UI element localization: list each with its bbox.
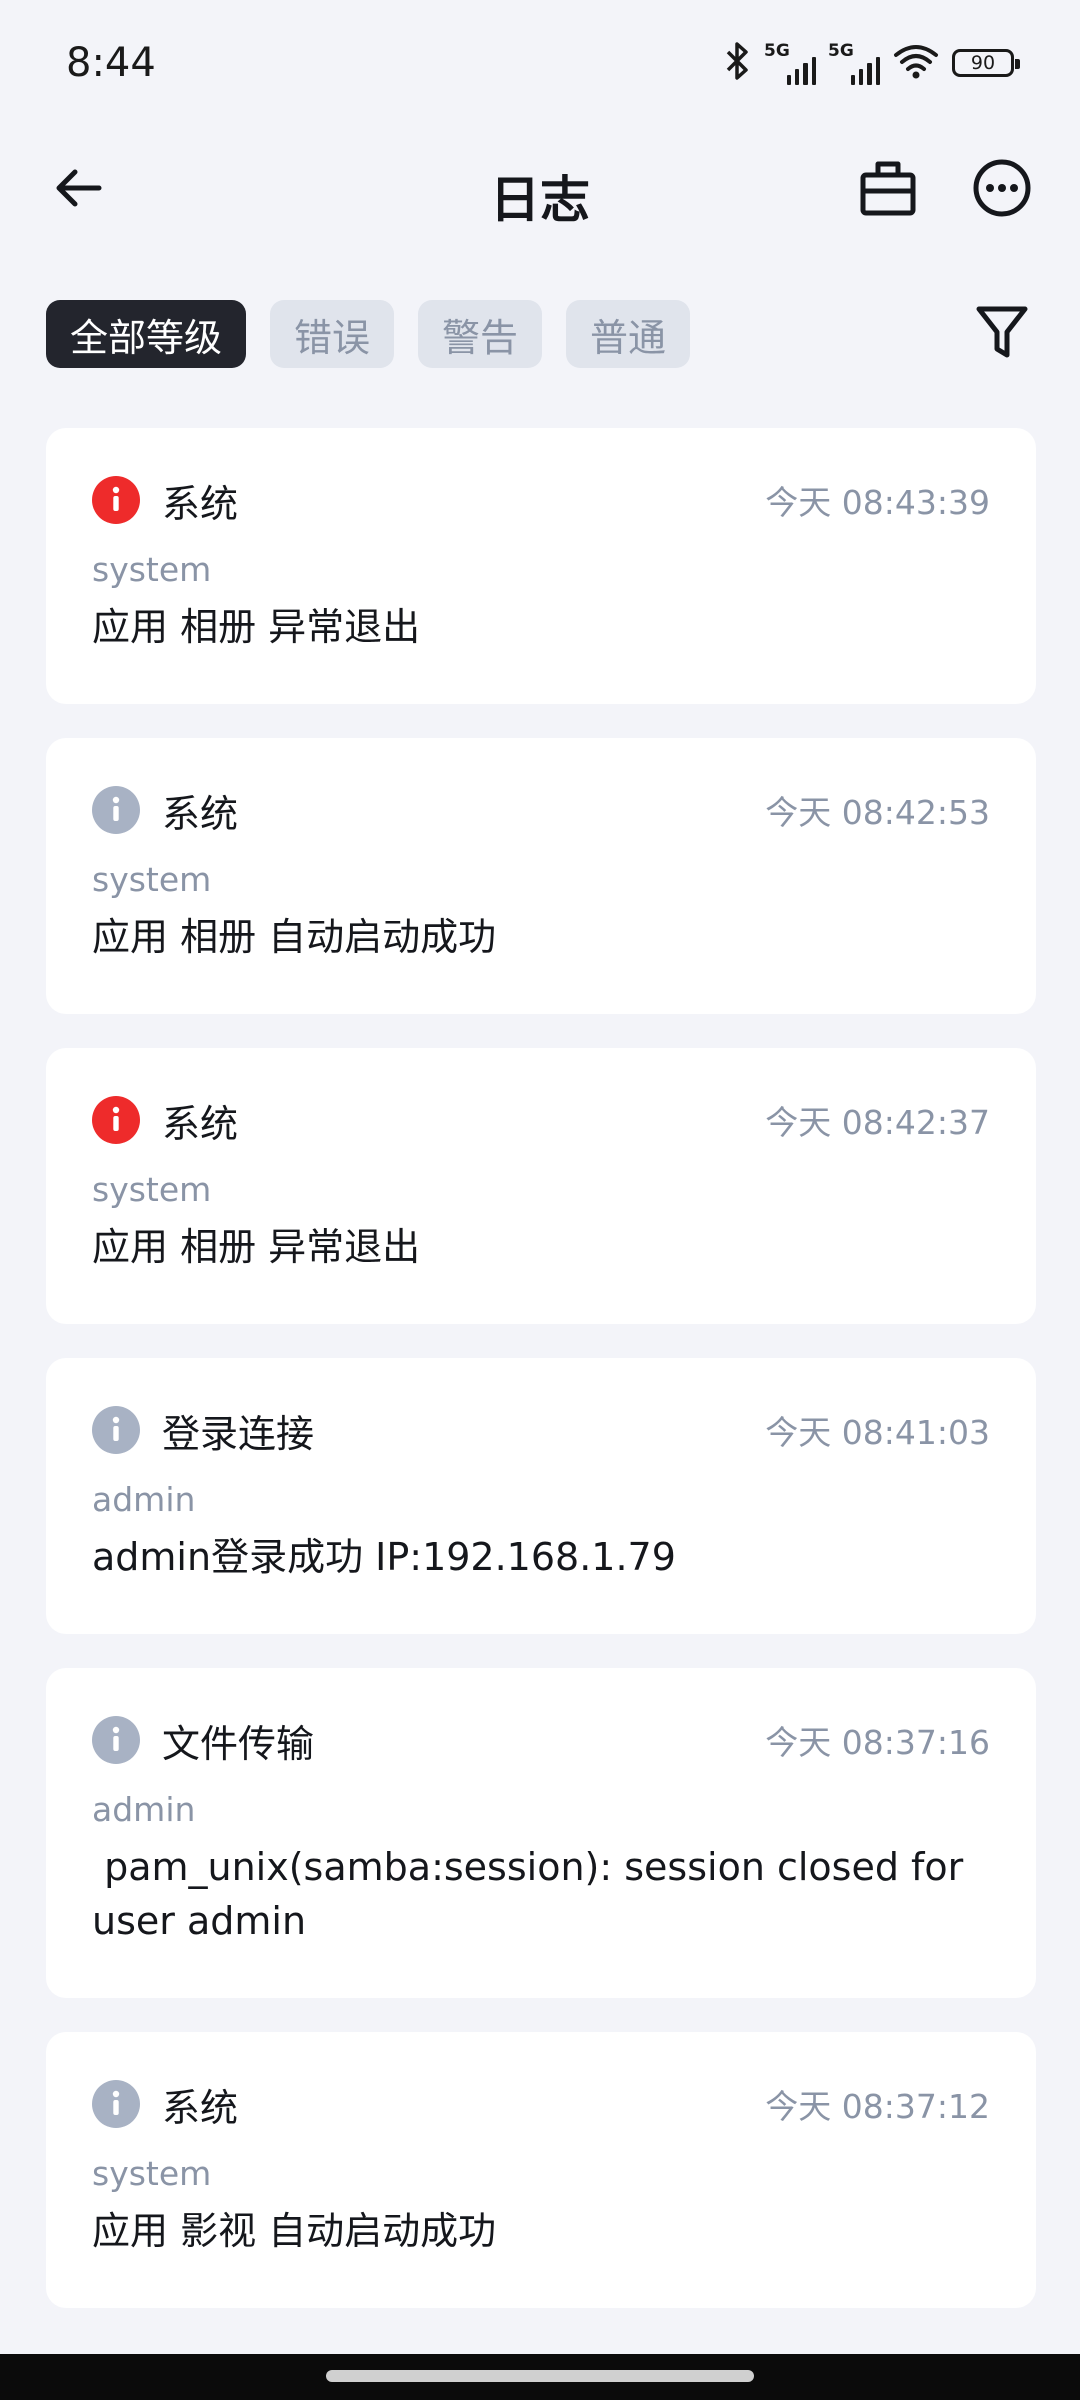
log-message: 应用 相册 自动启动成功 xyxy=(92,915,497,959)
funnel-icon xyxy=(974,304,1030,364)
filter-chip-normal[interactable]: 普通 xyxy=(566,300,691,368)
filter-chip-error[interactable]: 错误 xyxy=(270,300,395,368)
home-indicator[interactable] xyxy=(326,2370,754,2382)
info-icon xyxy=(92,1716,140,1764)
info-icon xyxy=(92,786,140,834)
log-category: 系统 xyxy=(162,1101,239,1146)
log-timestamp: 今天 08:41:03 xyxy=(765,1413,990,1452)
log-timestamp: 今天 08:42:53 xyxy=(765,793,990,832)
log-item[interactable]: 系统 今天 08:42:37 system 应用 相册 异常退出 xyxy=(46,1048,1036,1324)
more-options-button[interactable] xyxy=(964,152,1040,228)
log-item[interactable]: 系统 今天 08:37:12 system 应用 影视 自动启动成功 xyxy=(46,2032,1036,2308)
log-item[interactable]: 系统 今天 08:42:53 system 应用 相册 自动启动成功 xyxy=(46,738,1036,1014)
battery-icon: 90 xyxy=(952,49,1020,77)
log-source: system xyxy=(92,2154,212,2193)
status-time: 8:44 xyxy=(66,40,156,86)
log-message: 应用 相册 异常退出 xyxy=(92,605,421,649)
log-message: pam_unix(samba:session): session closed … xyxy=(92,1845,976,1943)
cellular-signal-icon: 5G xyxy=(828,41,880,85)
filter-chip-all-levels[interactable]: 全部等级 xyxy=(46,300,247,368)
log-category: 登录连接 xyxy=(162,1411,315,1456)
toolbox-button[interactable] xyxy=(850,152,926,228)
battery-level: 90 xyxy=(970,52,996,74)
toolbox-icon xyxy=(858,159,918,221)
log-source: system xyxy=(92,1170,212,1209)
level-filter-tabs: 全部等级 错误 警告 普通 xyxy=(46,300,691,368)
wifi-icon xyxy=(892,41,940,85)
log-category: 系统 xyxy=(162,791,239,836)
cellular-signal-icon: 5G xyxy=(764,41,816,85)
log-category: 文件传输 xyxy=(162,1721,315,1766)
log-item[interactable]: 系统 今天 08:43:39 system 应用 相册 异常退出 xyxy=(46,428,1036,704)
log-category: 系统 xyxy=(162,481,239,526)
log-timestamp: 今天 08:42:37 xyxy=(765,1103,990,1142)
log-timestamp: 今天 08:37:16 xyxy=(765,1723,990,1762)
log-source: admin xyxy=(92,1480,196,1519)
bluetooth-icon xyxy=(722,41,752,85)
log-source: admin xyxy=(92,1790,196,1829)
filter-chip-warning[interactable]: 警告 xyxy=(418,300,543,368)
app-header: 日志 xyxy=(0,130,1080,250)
info-icon xyxy=(92,1406,140,1454)
status-icons: 5G 5G 90 xyxy=(722,38,1020,88)
more-dots-icon xyxy=(972,158,1032,222)
error-info-icon xyxy=(92,1096,140,1144)
log-timestamp: 今天 08:37:12 xyxy=(765,2087,990,2126)
log-message: 应用 相册 异常退出 xyxy=(92,1225,421,1269)
error-info-icon xyxy=(92,476,140,524)
status-bar: 8:44 5G 5G 90 xyxy=(0,0,1080,130)
filter-button[interactable] xyxy=(964,296,1040,372)
info-icon xyxy=(92,2080,140,2128)
log-source: system xyxy=(92,860,212,899)
log-source: system xyxy=(92,550,212,589)
log-list: 系统 今天 08:43:39 system 应用 相册 异常退出 系统 今天 0… xyxy=(46,428,1036,2342)
log-timestamp: 今天 08:43:39 xyxy=(765,483,990,522)
log-item[interactable]: 文件传输 今天 08:37:16 admin pam_unix(samba:se… xyxy=(46,1668,1036,1998)
network-type-label: 5G xyxy=(828,41,854,61)
log-item[interactable]: 登录连接 今天 08:41:03 admin admin登录成功 IP:192.… xyxy=(46,1358,1036,1634)
network-type-label: 5G xyxy=(764,41,790,61)
log-category: 系统 xyxy=(162,2085,239,2130)
log-message: 应用 影视 自动启动成功 xyxy=(92,2209,497,2253)
log-message: admin登录成功 IP:192.168.1.79 xyxy=(92,1535,676,1579)
